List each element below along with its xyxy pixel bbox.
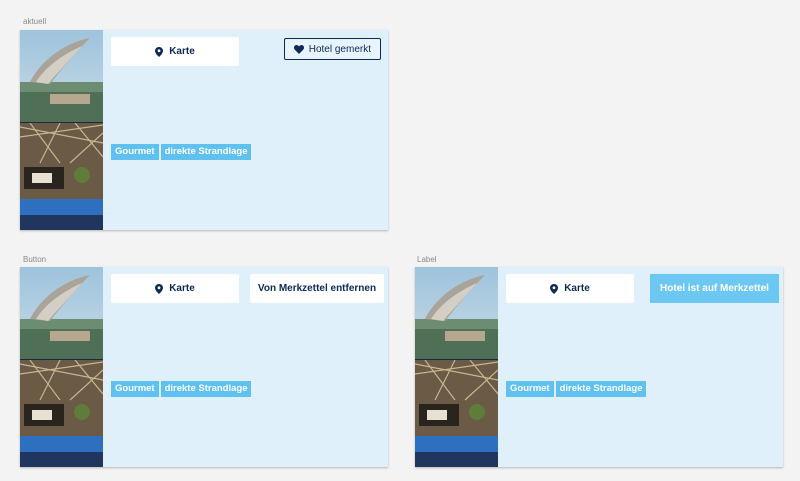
map-button-label: Karte (169, 283, 195, 294)
tag-beachfront: direkte Strandlage (555, 381, 647, 397)
map-pin-icon (155, 46, 164, 57)
hotel-bookmarked-button[interactable]: Hotel gemerkt (283, 38, 381, 60)
map-pin-icon (155, 283, 164, 294)
hotel-photo-terrace (20, 123, 103, 230)
tag-gourmet: Gourmet (111, 144, 159, 160)
hotel-image-column (20, 267, 103, 467)
tag-list: Gourmet direkte Strandlage (111, 144, 252, 160)
map-button-label: Karte (564, 283, 590, 294)
remove-from-watchlist-button[interactable]: Von Merkzettel entfernen (250, 274, 384, 303)
map-button[interactable]: Karte (506, 274, 634, 303)
hotel-image-column (20, 30, 103, 230)
tag-gourmet: Gourmet (111, 381, 159, 397)
hotel-bookmarked-label: Hotel gemerkt (308, 43, 371, 55)
map-button[interactable]: Karte (111, 274, 239, 303)
variant-caption: aktuell (23, 17, 47, 26)
variant-caption: Button (23, 255, 47, 264)
tag-beachfront: direkte Strandlage (160, 381, 252, 397)
hotel-photo-sculpture (415, 267, 498, 359)
hotel-card-button-variant: Karte Von Merkzettel entfernen Gourmet d… (20, 267, 388, 467)
tag-beachfront: direkte Strandlage (160, 144, 252, 160)
map-button-label: Karte (169, 46, 195, 57)
hotel-card-label-variant: Karte Hotel ist auf Merkzettel Gourmet d… (415, 267, 783, 467)
variant-caption: Label (417, 255, 437, 264)
hotel-photo-sculpture (20, 267, 103, 359)
hotel-image-column (415, 267, 498, 467)
hotel-card-current: Karte Hotel gemerkt Gourmet direkte Stra… (20, 30, 388, 230)
map-pin-icon (550, 283, 559, 294)
tag-list: Gourmet direkte Strandlage (506, 381, 647, 397)
hotel-photo-sculpture (20, 30, 103, 122)
hotel-photo-terrace (20, 360, 103, 467)
on-watchlist-status-label: Hotel ist auf Merkzettel (650, 274, 779, 303)
tag-list: Gourmet direkte Strandlage (111, 381, 252, 397)
hotel-photo-terrace (415, 360, 498, 467)
tag-gourmet: Gourmet (506, 381, 554, 397)
map-button[interactable]: Karte (111, 37, 239, 66)
heart-icon (293, 44, 304, 54)
